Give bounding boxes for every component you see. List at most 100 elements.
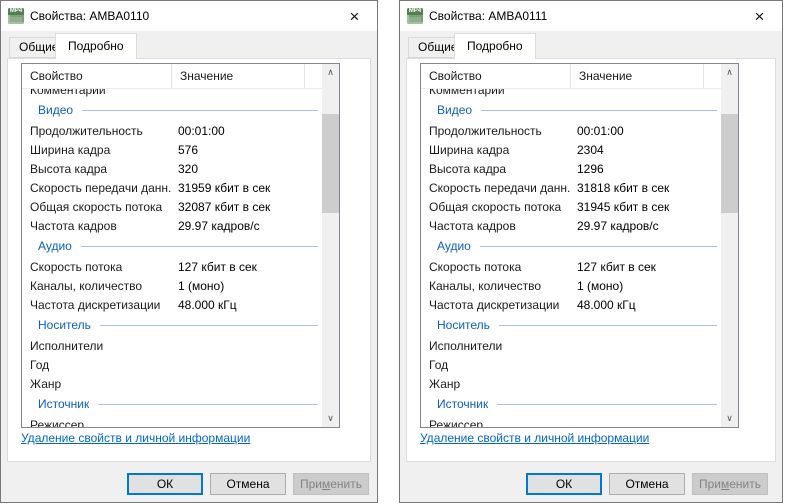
property-value: 48.000 кГц: [571, 298, 636, 312]
mp4-file-icon: MP4: [8, 8, 24, 24]
property-row[interactable]: Высота кадра320: [22, 159, 322, 178]
group-rule: [98, 404, 318, 405]
apply-label-mnemonic: м: [322, 477, 330, 491]
ok-button[interactable]: ОК: [127, 473, 203, 495]
apply-button[interactable]: Применить: [293, 473, 369, 495]
apply-button[interactable]: Применить: [692, 473, 768, 495]
property-row[interactable]: Год: [22, 355, 322, 374]
property-row[interactable]: Исполнители: [421, 336, 721, 355]
property-name: Исполнители: [22, 339, 172, 353]
property-row[interactable]: Частота дискретизации48.000 кГц: [22, 295, 322, 314]
property-row[interactable]: Частота кадров29.97 кадров/с: [22, 216, 322, 235]
group-header-row[interactable]: Источник: [421, 393, 721, 415]
property-name: Ширина кадра: [421, 143, 571, 157]
property-row[interactable]: Скорость потока127 кбит в сек: [22, 257, 322, 276]
apply-label-post: енить: [729, 477, 761, 491]
close-button[interactable]: ×: [737, 1, 782, 31]
property-value: 127 кбит в сек: [172, 260, 257, 274]
property-name: Частота кадров: [22, 219, 172, 233]
column-header-property[interactable]: Свойство: [22, 64, 172, 88]
group-header-row[interactable]: Носитель: [421, 314, 721, 336]
property-name: Год: [421, 358, 571, 372]
property-row[interactable]: Год: [421, 355, 721, 374]
scroll-down-icon[interactable]: ∨: [322, 410, 339, 427]
property-name: Каналы, количество: [421, 279, 571, 293]
group-header-row[interactable]: Источник: [22, 393, 322, 415]
tab-details[interactable]: Подробно: [55, 33, 137, 59]
property-row[interactable]: Комментарии: [22, 89, 322, 99]
titlebar[interactable]: MP4 Свойства: AMBA0110 ×: [1, 1, 377, 31]
property-value: 320: [172, 162, 198, 176]
tab-details[interactable]: Подробно: [454, 33, 536, 59]
list-header: Свойство Значение: [421, 64, 738, 89]
property-row[interactable]: Каналы, количество1 (моно): [22, 276, 322, 295]
property-row[interactable]: Ширина кадра576: [22, 140, 322, 159]
property-name: Жанр: [421, 377, 571, 391]
property-value: 31818 кбит в сек: [571, 181, 669, 195]
property-value: 1 (моно): [172, 279, 224, 293]
property-row[interactable]: Высота кадра1296: [421, 159, 721, 178]
property-row[interactable]: Частота дискретизации48.000 кГц: [421, 295, 721, 314]
property-name: Общая скорость потока: [421, 200, 571, 214]
group-header-row[interactable]: Видео: [22, 99, 322, 121]
remove-properties-link[interactable]: Удаление свойств и личной информации: [420, 431, 649, 445]
ok-button[interactable]: ОК: [526, 473, 602, 495]
close-button[interactable]: ×: [332, 1, 377, 31]
cancel-button[interactable]: Отмена: [609, 473, 685, 495]
group-header-row[interactable]: Носитель: [22, 314, 322, 336]
property-value: 29.97 кадров/с: [571, 219, 659, 233]
group-header-row[interactable]: Аудио: [421, 235, 721, 257]
scrollbar-thumb[interactable]: [322, 114, 339, 213]
property-value: 576: [172, 143, 198, 157]
property-row[interactable]: Скорость передачи данн...31959 кбит в се…: [22, 178, 322, 197]
property-value: 00:01:00: [172, 124, 225, 138]
group-header-row[interactable]: Аудио: [22, 235, 322, 257]
group-rule: [480, 246, 717, 247]
window-title: Свойства: AMBA0110: [30, 9, 149, 23]
column-header-value[interactable]: Значение: [172, 64, 305, 88]
property-name: Скорость потока: [22, 260, 172, 274]
property-row[interactable]: Комментарии: [421, 89, 721, 99]
titlebar[interactable]: MP4 Свойства: AMBA0111 ×: [400, 1, 782, 31]
vertical-scrollbar[interactable]: ∧ ∨: [322, 64, 339, 427]
vertical-scrollbar[interactable]: ∧ ∨: [721, 64, 738, 427]
group-header-row[interactable]: Видео: [421, 99, 721, 121]
group-label: Аудио: [22, 239, 72, 253]
properties-dialog-right: MP4 Свойства: AMBA0111 × Общие Подробно …: [399, 0, 783, 503]
property-row[interactable]: Продолжительность00:01:00: [22, 121, 322, 140]
property-row[interactable]: Каналы, количество1 (моно): [421, 276, 721, 295]
cancel-button[interactable]: Отмена: [210, 473, 286, 495]
property-row[interactable]: Ширина кадра2304: [421, 140, 721, 159]
apply-label-post: енить: [330, 477, 362, 491]
scroll-up-icon[interactable]: ∧: [721, 64, 738, 81]
property-row[interactable]: Режиссер: [22, 415, 322, 427]
details-tab-page: Свойство Значение КомментарииВидеоПродол…: [7, 58, 371, 462]
property-name: Скорость передачи данн...: [22, 181, 172, 195]
property-row[interactable]: Скорость потока127 кбит в сек: [421, 257, 721, 276]
property-row[interactable]: Исполнители: [22, 336, 322, 355]
property-row[interactable]: Жанр: [22, 374, 322, 393]
scroll-up-icon[interactable]: ∧: [322, 64, 339, 81]
property-name: Режиссер: [421, 418, 571, 428]
film-strip-icon-body: [8, 15, 24, 24]
scrollbar-thumb[interactable]: [721, 114, 738, 213]
property-rows: КомментарииВидеоПродолжительность00:01:0…: [421, 89, 721, 427]
property-row[interactable]: Режиссер: [421, 415, 721, 427]
column-header-value[interactable]: Значение: [571, 64, 704, 88]
list-header: Свойство Значение: [22, 64, 339, 89]
group-label: Носитель: [421, 318, 490, 332]
property-name: Скорость потока: [421, 260, 571, 274]
column-header-property[interactable]: Свойство: [421, 64, 571, 88]
properties-dialog-left: MP4 Свойства: AMBA0110 × Общие Подробно …: [0, 0, 378, 503]
remove-properties-link[interactable]: Удаление свойств и личной информации: [21, 431, 250, 445]
scroll-down-icon[interactable]: ∨: [721, 410, 738, 427]
property-row[interactable]: Скорость передачи данн...31818 кбит в се…: [421, 178, 721, 197]
group-label: Источник: [421, 397, 488, 411]
property-row[interactable]: Общая скорость потока32087 кбит в сек: [22, 197, 322, 216]
property-row[interactable]: Общая скорость потока31945 кбит в сек: [421, 197, 721, 216]
group-label: Источник: [22, 397, 89, 411]
property-row[interactable]: Жанр: [421, 374, 721, 393]
property-row[interactable]: Частота кадров29.97 кадров/с: [421, 216, 721, 235]
property-row[interactable]: Продолжительность00:01:00: [421, 121, 721, 140]
mp4-icon-badge: MP4: [407, 8, 423, 15]
